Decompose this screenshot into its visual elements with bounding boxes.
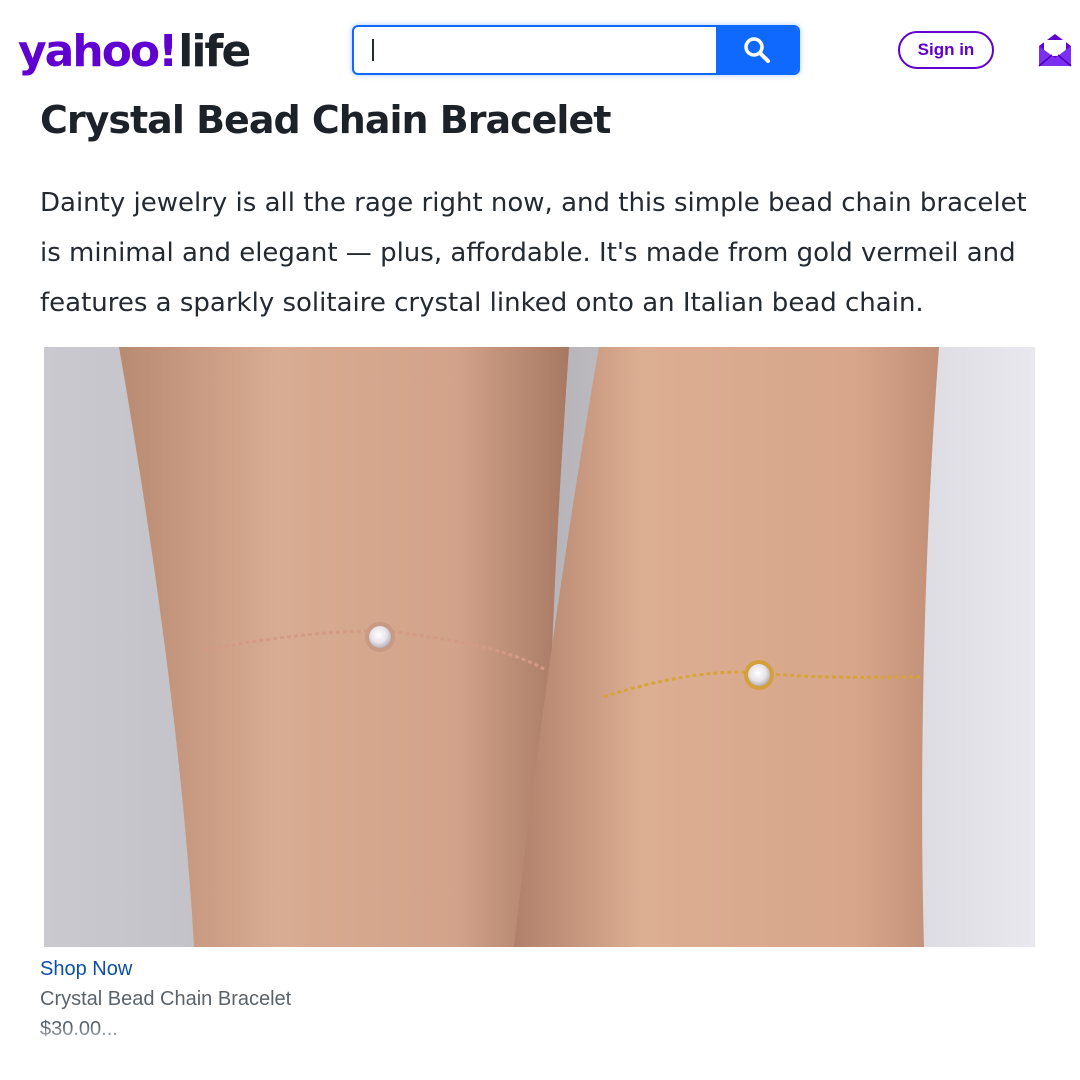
article-title: Crystal Bead Chain Bracelet (40, 98, 611, 142)
product-photo[interactable] (44, 347, 1035, 947)
article-body: Dainty jewelry is all the rage right now… (40, 188, 1027, 318)
logo-life-text: life (178, 26, 251, 77)
logo-yahoo-text: yahoo! (18, 26, 178, 77)
mail-icon[interactable] (1036, 30, 1074, 70)
sign-in-button[interactable]: Sign in (898, 31, 994, 69)
site-header: yahoo! life Sign in (0, 0, 1080, 100)
search-box (352, 25, 800, 75)
search-input[interactable] (354, 27, 750, 73)
bracelet-image (44, 347, 1035, 947)
text-cursor (372, 39, 374, 61)
bottom-fade (0, 1026, 1080, 1080)
search-icon (744, 37, 770, 63)
product-name: Crystal Bead Chain Bracelet (40, 988, 292, 1010)
search-button[interactable] (716, 27, 798, 73)
shop-now-link[interactable]: Shop Now (40, 958, 132, 981)
yahoo-life-logo[interactable]: yahoo! life (18, 26, 251, 77)
